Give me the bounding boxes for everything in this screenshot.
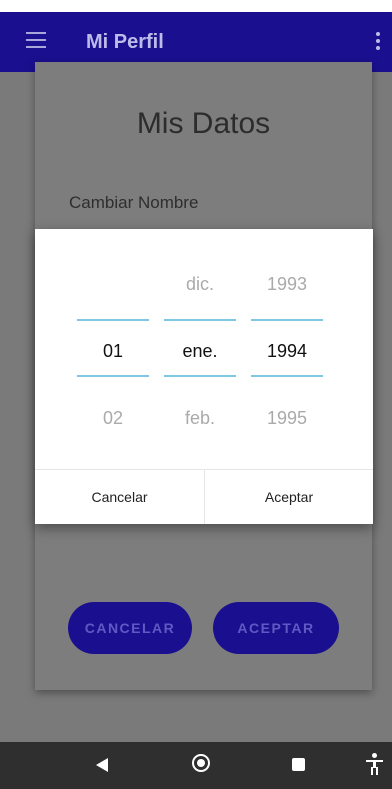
- month-picker-column[interactable]: dic. ene. feb.: [164, 229, 236, 469]
- dialog-cancel-button[interactable]: Cancelar: [35, 470, 204, 524]
- year-selected[interactable]: 1994: [251, 339, 323, 363]
- change-name-label: Cambiar Nombre: [69, 193, 199, 212]
- accessibility-icon[interactable]: [366, 753, 384, 775]
- app-title: Mi Perfil: [86, 31, 164, 53]
- day-picker-column[interactable]: 01 02: [77, 229, 149, 469]
- status-bar: [0, 0, 392, 12]
- month-selection-line-top: [164, 319, 236, 321]
- month-next[interactable]: feb.: [164, 406, 236, 430]
- card-title: Mis Datos: [136, 107, 271, 140]
- back-icon[interactable]: [96, 758, 108, 772]
- year-previous[interactable]: 1993: [251, 272, 323, 296]
- year-next[interactable]: 1995: [251, 406, 323, 430]
- menu-icon[interactable]: [26, 32, 46, 48]
- year-picker-column[interactable]: 1993 1994 1995: [251, 229, 323, 469]
- day-selected[interactable]: 01: [77, 339, 149, 363]
- overflow-menu-icon[interactable]: [376, 32, 380, 50]
- year-selection-line-top: [251, 319, 323, 321]
- card-accept-button[interactable]: ACEPTAR: [213, 602, 339, 654]
- recent-apps-icon[interactable]: [292, 758, 305, 771]
- home-icon[interactable]: [192, 754, 210, 772]
- dialog-accept-button[interactable]: Aceptar: [205, 470, 373, 524]
- day-selection-line-top: [77, 319, 149, 321]
- navigation-bar: [0, 742, 392, 789]
- card-cancel-button[interactable]: CANCELAR: [68, 602, 192, 654]
- day-selection-line-bottom: [77, 375, 149, 377]
- day-next[interactable]: 02: [77, 406, 149, 430]
- year-selection-line-bottom: [251, 375, 323, 377]
- month-selected[interactable]: ene.: [164, 339, 236, 363]
- month-previous[interactable]: dic.: [164, 272, 236, 296]
- date-picker-dialog: 01 02 dic. ene. feb. 1993 1994 1995 Canc…: [35, 229, 373, 524]
- month-selection-line-bottom: [164, 375, 236, 377]
